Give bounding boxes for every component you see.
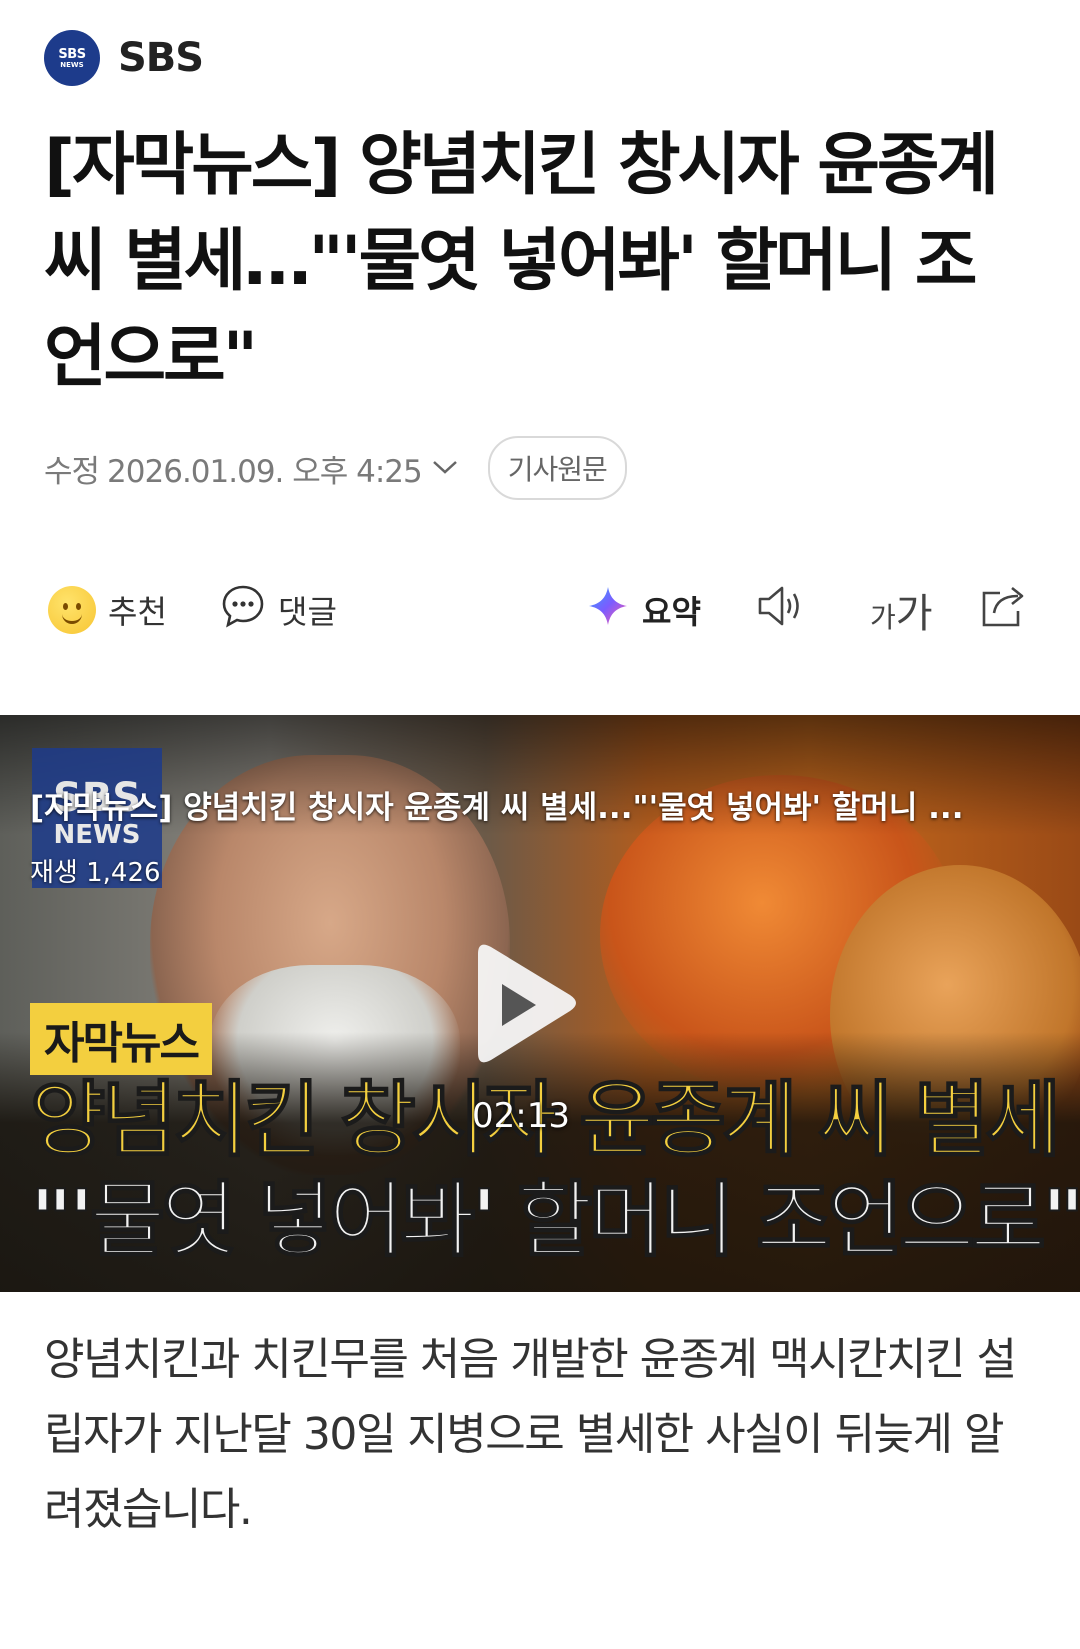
like-label: 추천 <box>108 593 167 631</box>
comment-button[interactable]: 댓글 <box>220 580 337 640</box>
play-icon <box>478 944 576 1063</box>
font-size-icon-large: 가 <box>895 591 933 637</box>
video-title: [자막뉴스] 양념치킨 창시자 윤종계 씨 별세..."'물엿 넣어봐' 할머니… <box>30 790 964 826</box>
share-button[interactable] <box>978 580 1028 640</box>
speaker-icon <box>756 583 808 637</box>
sbs-news-logo: SBS NEWS <box>44 30 100 86</box>
speech-bubble-icon <box>220 583 266 637</box>
action-bar: 추천 댓글 요약 가가 <box>44 580 1034 640</box>
share-icon <box>978 583 1028 637</box>
thumbnail-category-label: 자막뉴스 <box>30 1003 212 1075</box>
timestamp[interactable]: 2026.01.09. 오후 4:25 <box>107 446 423 491</box>
logo-text-news: NEWS <box>60 60 84 69</box>
article-headline: [자막뉴스] 양념치킨 창시자 윤종계 씨 별세…"'물엿 넣어봐' 할머니 조… <box>44 126 999 397</box>
font-size-icon-small: 가 <box>870 601 896 634</box>
font-size-button[interactable]: 가가 <box>870 580 933 640</box>
thumbnail-caption-line2: "'물엿 넣어봐' 할머니 조언으로" <box>29 1173 1080 1268</box>
chevron-down-icon[interactable] <box>432 456 458 481</box>
article-body: 양념치킨과 치킨무를 처음 개발한 윤종계 맥시칸치킨 설립자가 지난달 30일… <box>44 1334 1017 1535</box>
play-button[interactable] <box>464 940 584 1070</box>
smile-icon <box>48 586 96 634</box>
article-meta: 수정 2026.01.09. 오후 4:25 기사원문 <box>44 436 627 500</box>
logo-text-sbs: SBS <box>58 46 86 62</box>
sparkle-icon <box>586 584 630 636</box>
summary-label: 요약 <box>642 593 701 631</box>
video-play-count: 재생 1,426 <box>30 858 161 888</box>
edit-label: 수정 <box>44 453 100 490</box>
video-duration: 02:13 <box>472 1096 570 1136</box>
original-article-button[interactable]: 기사원문 <box>487 436 627 500</box>
like-button[interactable]: 추천 <box>48 580 167 640</box>
publisher-name[interactable]: SBS <box>118 35 204 81</box>
summary-button[interactable]: 요약 <box>586 580 701 640</box>
publisher-header[interactable]: SBS NEWS SBS <box>44 30 204 86</box>
font-size-icon: 가가 <box>870 581 933 639</box>
text-to-speech-button[interactable] <box>756 580 808 640</box>
comment-label: 댓글 <box>278 593 337 631</box>
article-page: SBS NEWS SBS [자막뉴스] 양념치킨 창시자 윤종계 씨 별세…"'… <box>0 0 1080 1649</box>
